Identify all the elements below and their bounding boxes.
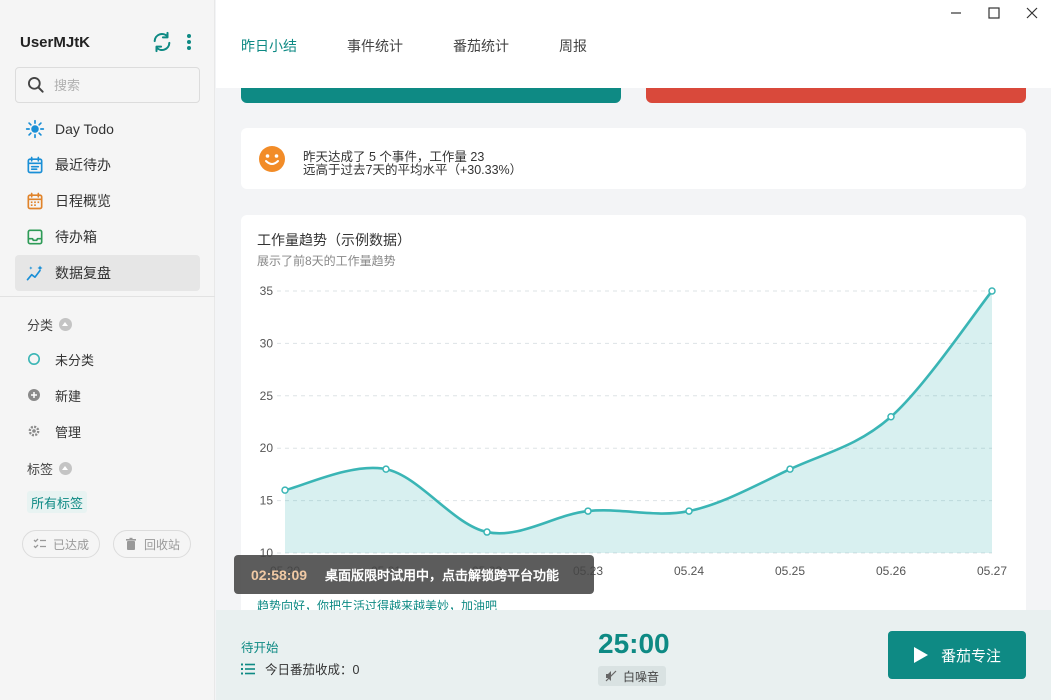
search-box[interactable] <box>15 67 200 103</box>
x-tick-label: 05.24 <box>674 564 704 578</box>
tags-section-title[interactable]: 标签 <box>27 459 73 478</box>
nav-day-todo[interactable]: Day Todo <box>15 111 200 147</box>
tab-weekly-report[interactable]: 周报 <box>559 36 587 56</box>
minimize-icon[interactable] <box>948 5 964 21</box>
y-tick-label: 25 <box>260 389 274 403</box>
more-vertical-icon[interactable] <box>183 31 195 53</box>
nav-inbox[interactable]: 待办箱 <box>15 219 200 255</box>
today-harvest: 今日番茄收成：0 <box>241 659 359 678</box>
calendar-list-icon <box>27 156 43 174</box>
x-tick-label: 05.27 <box>977 564 1007 578</box>
maximize-icon[interactable] <box>986 5 1002 21</box>
category-title-label: 分类 <box>27 318 54 333</box>
nav-label: 日程概览 <box>55 193 111 209</box>
stat-card-red <box>646 88 1026 103</box>
calendar-grid-icon <box>27 192 43 210</box>
checklist-icon <box>33 538 46 549</box>
x-tick-label: 05.26 <box>876 564 906 578</box>
category-manage[interactable]: 管理 <box>27 421 81 441</box>
smile-icon <box>259 146 285 172</box>
category-label: 新建 <box>55 388 82 404</box>
pomodoro-status: 待开始 <box>241 641 279 655</box>
username[interactable]: UserMJtK <box>20 34 90 51</box>
workload-chart: 10152025303505.2005.2105.2205.2305.2405.… <box>260 284 1008 578</box>
circle-outline-icon <box>28 353 40 365</box>
nav-label: 数据复盘 <box>55 265 111 281</box>
category-new[interactable]: 新建 <box>27 385 81 405</box>
collapse-icon[interactable] <box>59 318 73 331</box>
trash-label: 回收站 <box>144 537 181 552</box>
chart-title: 工作量趋势（示例数据） <box>257 232 411 248</box>
data-point <box>685 507 693 515</box>
tab-tomato-stats[interactable]: 番茄统计 <box>453 36 509 56</box>
today-harvest-label: 今日番茄收成：0 <box>265 663 360 677</box>
nav-schedule-overview[interactable]: 日程概览 <box>15 183 200 219</box>
done-button[interactable]: 已达成 <box>22 530 101 558</box>
content-area: 昨天达成了 5 个事件，工作量 23 远高于过去7天的平均水平（+30.33%）… <box>216 88 1051 610</box>
inbox-icon <box>27 229 43 245</box>
pomodoro-timer: 25:00 <box>598 628 670 659</box>
summary-card: 昨天达成了 5 个事件，工作量 23 远高于过去7天的平均水平（+30.33%） <box>241 128 1026 189</box>
data-point <box>887 413 895 421</box>
tab-yesterday-summary[interactable]: 昨日小结 <box>241 36 297 56</box>
nav-label: 最近待办 <box>55 157 111 173</box>
tags-title-label: 标签 <box>27 462 54 477</box>
plus-circle-icon <box>28 389 40 401</box>
sidebar-divider <box>0 296 215 297</box>
all-tags-chip[interactable]: 所有标签 <box>27 491 88 513</box>
category-uncategorized[interactable]: 未分类 <box>27 349 94 369</box>
chart-subtitle: 展示了前8天的工作量趋势 <box>257 254 396 268</box>
trial-toast[interactable]: 02:58:09 桌面版限时试用中，点击解锁跨平台功能 <box>234 555 594 594</box>
data-point <box>382 465 390 473</box>
sun-icon <box>25 119 45 139</box>
summary-line-2: 远高于过去7天的平均水平（+30.33%） <box>303 163 523 177</box>
white-noise-label: 白噪音 <box>623 669 660 684</box>
sidebar: UserMJtK Day Todo 最近待办 <box>0 0 215 700</box>
list-icon <box>241 663 255 674</box>
stat-card-teal <box>241 88 621 103</box>
done-label: 已达成 <box>53 537 90 552</box>
search-icon <box>28 77 44 93</box>
collapse-icon[interactable] <box>59 462 73 475</box>
trial-message: 桌面版限时试用中，点击解锁跨平台功能 <box>325 568 560 583</box>
category-label: 管理 <box>55 424 82 440</box>
data-point <box>281 486 289 494</box>
x-tick-label: 05.25 <box>775 564 805 578</box>
nav-label: 待办箱 <box>55 229 97 245</box>
user-row: UserMJtK <box>20 30 200 54</box>
start-focus-button[interactable]: 番茄专注 <box>888 631 1026 679</box>
pomodoro-bar: 待开始 今日番茄收成：0 25:00 白噪音 番茄专注 <box>216 610 1051 700</box>
sync-icon[interactable] <box>151 31 173 53</box>
trial-countdown: 02:58:09 <box>251 566 308 583</box>
category-label: 未分类 <box>55 352 95 368</box>
tab-event-stats[interactable]: 事件统计 <box>347 36 403 56</box>
y-tick-label: 35 <box>260 284 274 298</box>
chart-card: 10152025303505.2005.2105.2205.2305.2405.… <box>241 215 1026 610</box>
y-tick-label: 30 <box>260 336 274 350</box>
trash-icon <box>126 537 136 550</box>
search-input[interactable] <box>54 77 194 93</box>
data-point <box>483 528 491 536</box>
top-bar: 昨日小结 事件统计 番茄统计 周报 <box>216 0 1051 88</box>
data-point <box>988 287 996 295</box>
mute-speaker-icon <box>605 670 617 682</box>
white-noise-button[interactable]: 白噪音 <box>598 666 667 686</box>
y-tick-label: 15 <box>260 494 274 508</box>
gear-icon <box>28 425 40 437</box>
close-icon[interactable] <box>1024 5 1040 21</box>
y-tick-label: 20 <box>260 441 274 455</box>
start-focus-label: 番茄专注 <box>940 647 1001 665</box>
data-point <box>584 507 592 515</box>
category-section-title[interactable]: 分类 <box>27 315 73 334</box>
trash-button[interactable]: 回收站 <box>113 530 192 558</box>
chart-sparkle-icon <box>26 265 43 281</box>
nav-data-review[interactable]: 数据复盘 <box>15 255 200 291</box>
nav-recent-todo[interactable]: 最近待办 <box>15 147 200 183</box>
chart-footer: 趋势向好，你把生活过得越来越美妙，加油吧 <box>257 599 498 610</box>
data-point <box>786 465 794 473</box>
play-icon <box>913 647 928 663</box>
nav-label: Day Todo <box>55 121 114 137</box>
